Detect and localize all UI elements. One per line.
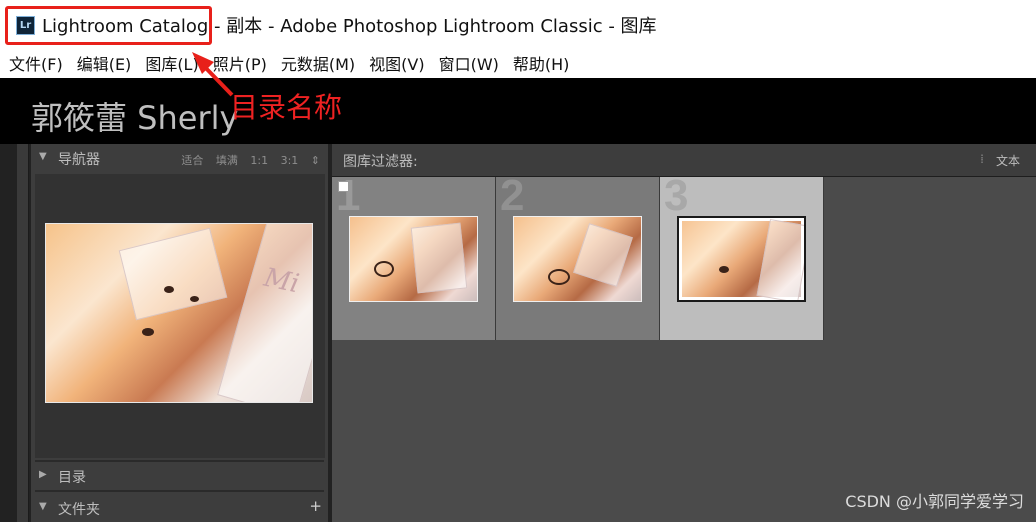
grid-cell-selected[interactable]: 3 [660, 177, 824, 340]
identity-plate: 郭筱蕾 Sherly 目录名称 [0, 78, 1036, 144]
photo-thumbnail[interactable] [513, 216, 642, 302]
navigator-header[interactable]: ▼ 导航器 适合 填满 1:1 3:1 ⇕ [31, 144, 328, 172]
photo-dark-detail [719, 266, 729, 273]
cell-index-number: 2 [500, 177, 525, 220]
zoom-stepper-icon[interactable]: ⇕ [311, 154, 320, 167]
catalog-panel-header[interactable]: ▶ 目录 [31, 462, 328, 490]
library-workspace: ▼ 导航器 适合 填满 1:1 3:1 ⇕ Mi ▶ 目录 ▼ 文件夹 + 图库… [0, 144, 1036, 522]
grid-cell[interactable]: 1 [332, 177, 496, 340]
menu-help[interactable]: 帮助(H) [513, 51, 570, 75]
csdn-watermark: CSDN @小郭同学爱学习 [845, 492, 1024, 511]
library-filter-bar: 图库过滤器: ⁞ 文本 [332, 144, 1036, 177]
cell-index-number: 3 [664, 177, 689, 220]
photo-box-shape [756, 218, 804, 300]
identity-plate-name[interactable]: 郭筱蕾 Sherly [31, 93, 238, 139]
photo-dark-detail [164, 286, 174, 293]
window-title-bar: Lr Lightroom Catalog - 副本 - Adobe Photos… [0, 0, 1036, 48]
photo-box-shape [573, 223, 633, 287]
photo-thumbnail[interactable] [677, 216, 806, 302]
menu-bar: 文件(F) 编辑(E) 图库(L) 照片(P) 元数据(M) 视图(V) 窗口(… [0, 48, 1036, 78]
expand-triangle-down-icon[interactable]: ▼ [39, 501, 47, 512]
filter-text-option[interactable]: 文本 [996, 152, 1020, 169]
left-panel-collapse-edge[interactable] [17, 144, 29, 522]
catalog-panel-title: 目录 [58, 470, 86, 486]
photo-dark-detail [190, 296, 199, 302]
menu-file[interactable]: 文件(F) [9, 51, 63, 75]
panel-divider [35, 490, 324, 492]
add-folder-plus-icon[interactable]: + [309, 497, 322, 515]
expand-triangle-right-icon[interactable]: ▶ [39, 469, 47, 480]
folders-panel-title: 文件夹 [58, 502, 100, 518]
photo-dark-detail [548, 269, 570, 285]
photo-box-shape [217, 224, 312, 402]
grid-cell[interactable]: 2 [496, 177, 660, 340]
menu-window[interactable]: 窗口(W) [439, 51, 499, 75]
annotation-highlight-box [5, 6, 212, 45]
navigator-preview-photo[interactable]: Mi [45, 223, 313, 403]
folders-panel-header[interactable]: ▼ 文件夹 + [31, 494, 328, 522]
flag-icon[interactable] [338, 181, 349, 192]
navigator-title: 导航器 [58, 152, 100, 168]
zoom-3-1-option[interactable]: 3:1 [281, 154, 299, 167]
photo-dark-detail [142, 328, 154, 336]
navigator-zoom-options: 适合 填满 1:1 3:1 ⇕ [172, 152, 320, 168]
menu-metadata[interactable]: 元数据(M) [281, 51, 355, 75]
menu-edit[interactable]: 编辑(E) [77, 51, 132, 75]
photo-box-shape [410, 222, 468, 294]
library-filter-title: 图库过滤器: [343, 154, 418, 170]
annotation-label: 目录名称 [230, 91, 343, 124]
zoom-fill-option[interactable]: 填满 [216, 154, 238, 167]
photo-dark-detail [374, 261, 394, 277]
filter-separator: ⁞ [980, 152, 984, 166]
expand-triangle-down-icon[interactable]: ▼ [39, 151, 47, 162]
menu-photo[interactable]: 照片(P) [213, 51, 267, 75]
thumbnail-grid: 1 2 3 [332, 177, 1036, 522]
photo-thumbnail[interactable] [349, 216, 478, 302]
photo-card-shape [118, 227, 228, 321]
menu-view[interactable]: 视图(V) [369, 51, 424, 75]
left-panel: ▼ 导航器 适合 填满 1:1 3:1 ⇕ Mi ▶ 目录 ▼ 文件夹 + [31, 144, 328, 522]
menu-library[interactable]: 图库(L) [145, 51, 198, 75]
zoom-fit-option[interactable]: 适合 [181, 154, 203, 167]
zoom-1-1-option[interactable]: 1:1 [250, 154, 268, 167]
navigator-preview-area[interactable]: Mi [35, 174, 325, 458]
